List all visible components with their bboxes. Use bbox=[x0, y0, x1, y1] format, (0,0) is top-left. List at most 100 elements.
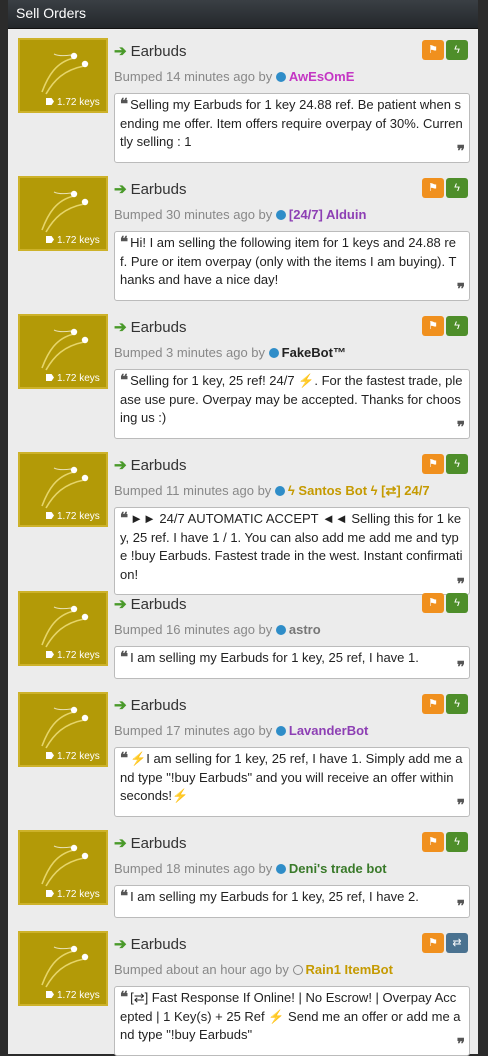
item-thumbnail[interactable]: 1.72 keys bbox=[18, 314, 108, 389]
quote-close-icon: ❞ bbox=[456, 1036, 465, 1053]
quote-open-icon: ❝ bbox=[120, 510, 129, 527]
user-link[interactable]: AwEsOmE bbox=[289, 69, 355, 84]
price-label: 1.72 keys bbox=[57, 889, 100, 900]
item-price: 1.72 keys bbox=[46, 97, 100, 108]
bump-info: Bumped about an hour ago by Rain1 ItemBo… bbox=[114, 962, 393, 977]
listing-title[interactable]: ➔ Earbuds bbox=[114, 318, 186, 336]
listing-actions: ⚑ ϟ bbox=[420, 694, 468, 714]
flag-icon[interactable]: ⚑ bbox=[422, 454, 444, 474]
listing-message: ❝ Selling my Earbuds for 1 key 24.88 ref.… bbox=[114, 93, 470, 163]
item-thumbnail[interactable]: 1.72 keys bbox=[18, 176, 108, 251]
user-link[interactable]: ϟ Santos Bot ϟ [⇄] 24/7 bbox=[288, 483, 430, 498]
instant-trade-icon[interactable]: ϟ bbox=[446, 178, 468, 198]
listing-title[interactable]: ➔ Earbuds bbox=[114, 456, 186, 474]
bump-info: Bumped 3 minutes ago by FakeBot™ bbox=[114, 345, 346, 360]
status-icon bbox=[274, 486, 285, 496]
message-text: I am selling my Earbuds for 1 key, 25 re… bbox=[130, 650, 419, 665]
status-icon bbox=[275, 625, 286, 635]
bumped-label: Bumped 14 minutes ago by bbox=[114, 69, 276, 84]
item-price: 1.72 keys bbox=[46, 889, 100, 900]
listing-title[interactable]: ➔ Earbuds bbox=[114, 834, 186, 852]
arrow-right-icon: ➔ bbox=[114, 596, 127, 613]
earbuds-image bbox=[41, 706, 89, 749]
bumped-label: Bumped 30 minutes ago by bbox=[114, 207, 276, 222]
sell-order: 1.72 keys ➔ Earbuds ⚑ ϟ Bumped 30 minutes ago… bbox=[8, 176, 478, 301]
earbuds-image bbox=[41, 945, 89, 988]
quote-close-icon: ❞ bbox=[456, 659, 465, 676]
listing-message: ❝ Hi! I am selling the following item for… bbox=[114, 231, 470, 301]
user-link[interactable]: astro bbox=[289, 622, 321, 637]
item-thumbnail[interactable]: 1.72 keys bbox=[18, 692, 108, 767]
trade-offer-icon[interactable]: ⇄ bbox=[446, 933, 468, 953]
price-tag-icon bbox=[46, 236, 54, 243]
quote-open-icon: ❝ bbox=[120, 372, 129, 389]
quote-open-icon: ❝ bbox=[120, 234, 129, 251]
listing-title[interactable]: ➔ Earbuds bbox=[114, 935, 186, 953]
instant-trade-icon[interactable]: ϟ bbox=[446, 593, 468, 613]
instant-trade-icon[interactable]: ϟ bbox=[446, 40, 468, 60]
flag-icon[interactable]: ⚑ bbox=[422, 178, 444, 198]
status-icon bbox=[292, 965, 303, 975]
listing-actions: ⚑ ⇄ bbox=[420, 933, 468, 953]
status-icon bbox=[275, 864, 286, 874]
flag-icon[interactable]: ⚑ bbox=[422, 593, 444, 613]
listing-title[interactable]: ➔ Earbuds bbox=[114, 696, 186, 714]
instant-trade-icon[interactable]: ϟ bbox=[446, 832, 468, 852]
item-name-link[interactable]: Earbuds bbox=[131, 697, 187, 714]
quote-close-icon: ❞ bbox=[456, 898, 465, 915]
price-tag-icon bbox=[46, 512, 54, 519]
flag-icon[interactable]: ⚑ bbox=[422, 40, 444, 60]
user-link[interactable]: Deni's trade bot bbox=[289, 861, 387, 876]
sell-orders-panel: Sell Orders 1.72 keys ➔ Earbuds ⚑ ϟ Bumped 14… bbox=[8, 0, 478, 1056]
item-price: 1.72 keys bbox=[46, 650, 100, 661]
item-thumbnail[interactable]: 1.72 keys bbox=[18, 591, 108, 666]
price-tag-icon bbox=[46, 98, 54, 105]
sell-order: 1.72 keys ➔ Earbuds ⚑ ϟ Bumped 17 minutes ago… bbox=[8, 692, 478, 817]
panel-title: Sell Orders bbox=[8, 0, 478, 29]
listing-actions: ⚑ ϟ bbox=[420, 832, 468, 852]
earbuds-image bbox=[41, 844, 89, 887]
instant-trade-icon[interactable]: ϟ bbox=[446, 454, 468, 474]
earbuds-image bbox=[41, 52, 89, 95]
item-price: 1.72 keys bbox=[46, 990, 100, 1001]
listing-title[interactable]: ➔ Earbuds bbox=[114, 180, 186, 198]
item-name-link[interactable]: Earbuds bbox=[131, 181, 187, 198]
item-name-link[interactable]: Earbuds bbox=[131, 596, 187, 613]
item-name-link[interactable]: Earbuds bbox=[131, 43, 187, 60]
bump-info: Bumped 14 minutes ago by AwEsOmE bbox=[114, 69, 354, 84]
item-name-link[interactable]: Earbuds bbox=[131, 319, 187, 336]
listing-title[interactable]: ➔ Earbuds bbox=[114, 595, 186, 613]
listing-actions: ⚑ ϟ bbox=[420, 454, 468, 474]
item-price: 1.72 keys bbox=[46, 511, 100, 522]
price-label: 1.72 keys bbox=[57, 97, 100, 108]
listing-actions: ⚑ ϟ bbox=[420, 316, 468, 336]
quote-close-icon: ❞ bbox=[456, 419, 465, 436]
user-link[interactable]: [24/7] Alduin bbox=[289, 207, 367, 222]
instant-trade-icon[interactable]: ϟ bbox=[446, 694, 468, 714]
listing-title[interactable]: ➔ Earbuds bbox=[114, 42, 186, 60]
bump-info: Bumped 30 minutes ago by [24/7] Alduin bbox=[114, 207, 366, 222]
listing-message: ❝ I am selling my Earbuds for 1 key, 25 r… bbox=[114, 646, 470, 679]
price-tag-icon bbox=[46, 374, 54, 381]
item-thumbnail[interactable]: 1.72 keys bbox=[18, 452, 108, 527]
instant-trade-icon[interactable]: ϟ bbox=[446, 316, 468, 336]
user-link[interactable]: LavanderBot bbox=[289, 723, 368, 738]
user-link[interactable]: Rain1 ItemBot bbox=[306, 962, 393, 977]
bumped-label: Bumped 11 minutes ago by bbox=[114, 483, 275, 498]
item-thumbnail[interactable]: 1.72 keys bbox=[18, 830, 108, 905]
flag-icon[interactable]: ⚑ bbox=[422, 694, 444, 714]
listing-actions: ⚑ ϟ bbox=[420, 593, 468, 613]
bump-info: Bumped 17 minutes ago by LavanderBot bbox=[114, 723, 368, 738]
flag-icon[interactable]: ⚑ bbox=[422, 933, 444, 953]
flag-icon[interactable]: ⚑ bbox=[422, 832, 444, 852]
item-name-link[interactable]: Earbuds bbox=[131, 457, 187, 474]
item-name-link[interactable]: Earbuds bbox=[131, 936, 187, 953]
message-text: Selling my Earbuds for 1 key 24.88 ref. … bbox=[120, 97, 463, 149]
item-thumbnail[interactable]: 1.72 keys bbox=[18, 931, 108, 1006]
item-name-link[interactable]: Earbuds bbox=[131, 835, 187, 852]
user-link[interactable]: FakeBot™ bbox=[282, 345, 346, 360]
status-icon bbox=[275, 72, 286, 82]
flag-icon[interactable]: ⚑ bbox=[422, 316, 444, 336]
arrow-right-icon: ➔ bbox=[114, 43, 127, 60]
item-thumbnail[interactable]: 1.72 keys bbox=[18, 38, 108, 113]
